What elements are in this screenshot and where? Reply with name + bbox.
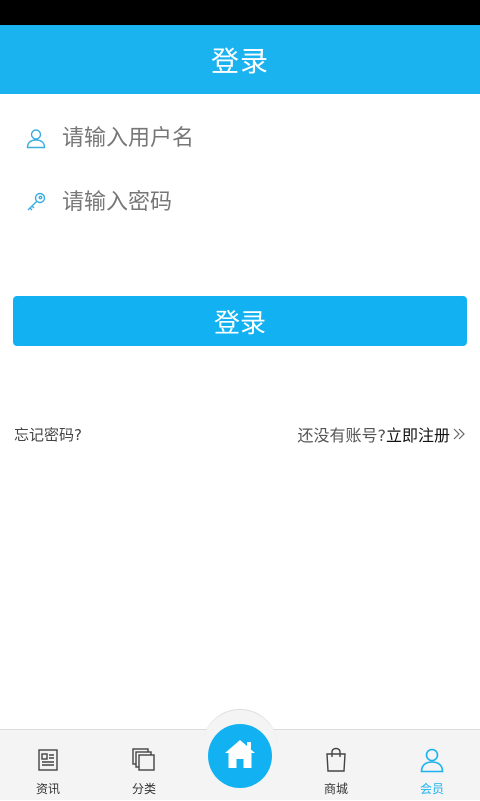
user-icon <box>418 746 446 774</box>
double-chevron-right-icon <box>452 427 466 441</box>
register-link[interactable]: 立即注册 <box>386 422 450 446</box>
home-button[interactable] <box>208 724 272 788</box>
tab-label: 分类 <box>131 782 156 796</box>
page-title: 登录 <box>210 44 269 78</box>
shopping-bag-icon <box>322 746 350 774</box>
newspaper-icon <box>34 746 62 774</box>
stack-icon <box>130 746 158 774</box>
username-input[interactable] <box>62 125 442 151</box>
status-bar <box>0 0 480 25</box>
password-input[interactable] <box>62 189 442 215</box>
register-row: 还没有账号? 立即注册 <box>297 422 466 446</box>
password-field[interactable] <box>0 170 480 234</box>
tab-news[interactable]: 资讯 <box>0 730 96 801</box>
username-field[interactable] <box>0 106 480 170</box>
forgot-password-link[interactable]: 忘记密码? <box>14 424 82 445</box>
tab-label: 会员 <box>419 782 444 796</box>
tab-member[interactable]: 会员 <box>384 730 480 801</box>
login-button[interactable]: 登录 <box>13 296 467 346</box>
tab-shop[interactable]: 商城 <box>288 730 384 801</box>
tab-label: 资讯 <box>35 782 60 796</box>
key-icon <box>24 190 48 214</box>
tab-category[interactable]: 分类 <box>96 730 192 801</box>
user-icon <box>24 126 48 150</box>
tab-label: 商城 <box>323 782 348 796</box>
title-bar: 登录 <box>0 25 480 94</box>
no-account-text: 还没有账号? <box>297 426 386 445</box>
home-icon <box>223 738 257 774</box>
